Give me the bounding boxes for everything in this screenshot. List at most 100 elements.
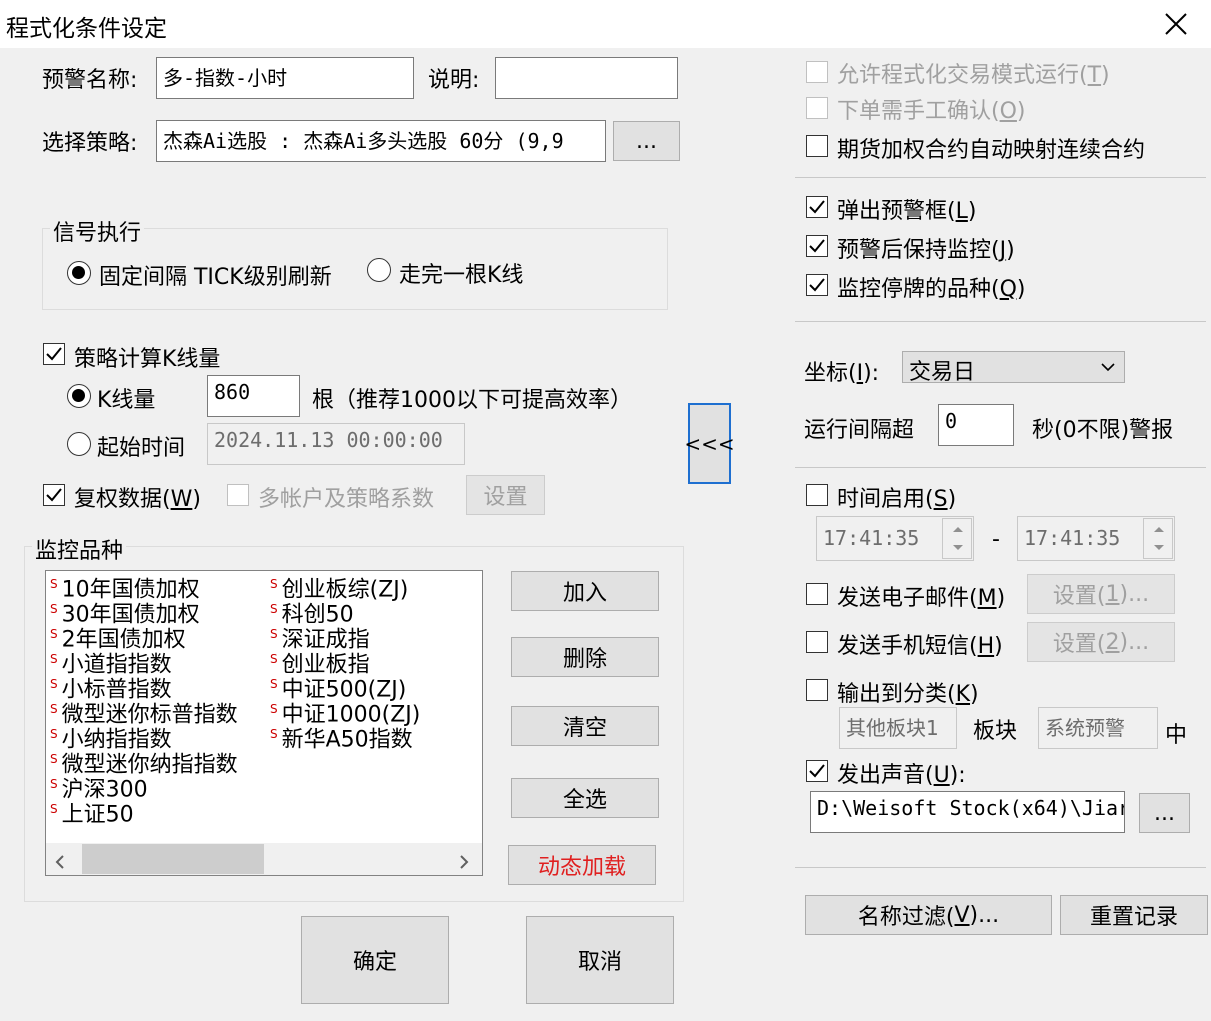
delete-button[interactable]: 删除 — [511, 637, 659, 677]
scrollbar-thumb[interactable] — [82, 844, 264, 874]
send-email-checkbox[interactable] — [806, 583, 828, 605]
output-class-end: 中 — [1165, 723, 1188, 748]
kline-count-label: K线量 — [97, 388, 156, 413]
ok-button[interactable]: 确定 — [301, 916, 449, 1004]
close-icon — [1165, 13, 1187, 35]
list-item[interactable]: S 上证50 — [50, 797, 134, 827]
output-class-field2[interactable]: 系统预警 — [1038, 707, 1158, 749]
time-to-spinner[interactable] — [1143, 518, 1173, 559]
spin-up-icon[interactable] — [952, 525, 964, 533]
signal-exec-title: 信号执行 — [50, 215, 145, 247]
adjusted-data-label: 复权数据(W) — [74, 487, 201, 512]
adjusted-data-checkbox[interactable] — [43, 484, 65, 506]
futures-map-label: 期货加权合约自动映射连续合约 — [837, 138, 1146, 163]
chevron-down-icon — [1101, 363, 1115, 372]
cancel-button[interactable]: 取消 — [526, 916, 674, 1004]
play-sound-label: 发出声音(U): — [837, 763, 966, 788]
checkmark-icon — [809, 200, 825, 214]
time-from-spinner[interactable] — [942, 518, 972, 559]
allow-programmatic-checkbox[interactable] — [806, 61, 828, 83]
output-class-label: 输出到分类(K) — [837, 682, 979, 707]
checkmark-icon — [809, 278, 825, 292]
popup-alert-label: 弹出预警框(L) — [837, 199, 977, 224]
coord-select-value: 交易日 — [909, 360, 976, 385]
start-time-label: 起始时间 — [97, 436, 186, 461]
divider — [795, 467, 1206, 468]
clear-button[interactable]: 清空 — [511, 706, 659, 746]
list-item[interactable]: S 新华A50指数 — [270, 722, 413, 752]
send-email-label: 发送电子邮件(M) — [837, 586, 1006, 611]
strategy-label: 选择策略: — [42, 131, 138, 156]
spin-up-icon[interactable] — [1153, 525, 1165, 533]
strategy-browse-button[interactable]: ... — [613, 121, 680, 161]
keep-monitor-label: 预警后保持监控(J) — [837, 238, 1015, 263]
time-range-dash: - — [992, 527, 1000, 552]
output-class-mid: 板块 — [973, 719, 1018, 744]
output-class-checkbox[interactable] — [806, 679, 828, 701]
radio-fixed-interval[interactable] — [67, 261, 91, 285]
multi-account-checkbox[interactable] — [227, 484, 249, 506]
monitor-suspended-label: 监控停牌的品种(Q) — [837, 277, 1026, 302]
multi-account-settings-button[interactable]: 设置 — [466, 475, 545, 515]
start-time-input[interactable]: 2024.11.13 00:00:00 — [207, 423, 465, 465]
kline-calc-checkbox[interactable] — [43, 343, 65, 365]
coord-label: 坐标(I): — [804, 361, 880, 386]
scroll-left-icon[interactable] — [54, 851, 66, 875]
strategy-input[interactable]: 杰森Ai选股 : 杰森Ai多头选股 60分 (9,9 — [156, 120, 606, 162]
description-input[interactable] — [495, 57, 678, 99]
monitor-title: 监控品种 — [32, 533, 127, 565]
sound-browse-button[interactable]: ... — [1139, 793, 1190, 833]
allow-programmatic-label: 允许程式化交易模式运行(T) — [837, 63, 1110, 88]
window-title: 程式化条件设定 — [6, 16, 167, 42]
kline-count-input[interactable]: 860 — [207, 375, 300, 417]
radio-complete-kline-label: 走完一根K线 — [399, 263, 524, 288]
interval-suffix: 秒(0不限)警报 — [1032, 418, 1174, 443]
divider — [795, 177, 1206, 178]
send-sms-label: 发送手机短信(H) — [837, 634, 1003, 659]
radio-fixed-interval-label: 固定间隔 TICK级别刷新 — [99, 265, 332, 290]
alert-name-label: 预警名称: — [42, 68, 138, 93]
divider — [795, 321, 1206, 322]
close-button[interactable] — [1150, 4, 1202, 44]
time-enable-checkbox[interactable] — [806, 484, 828, 506]
kline-calc-label: 策略计算K线量 — [74, 347, 221, 372]
sound-path-input[interactable]: D:\Weisoft Stock(x64)\Jiar — [810, 791, 1125, 833]
alert-name-input[interactable]: 多-指数-小时 — [156, 57, 414, 99]
manual-confirm-label: 下单需手工确认(O) — [837, 99, 1026, 124]
spin-down-icon[interactable] — [952, 544, 964, 552]
add-button[interactable]: 加入 — [511, 571, 659, 611]
interval-label: 运行间隔超 — [804, 418, 915, 443]
monitor-list[interactable]: S 10年国债加权 S 30年国债加权 S 2年国债加权 S 小道指指数 S 小标普指数 … — [45, 570, 483, 876]
divider — [795, 867, 1206, 868]
scroll-right-icon[interactable] — [458, 851, 470, 875]
output-class-field1[interactable]: 其他板块1 — [839, 707, 957, 749]
kline-count-hint: 根（推荐1000以下可提高效率） — [312, 388, 632, 413]
monitor-suspended-checkbox[interactable] — [806, 274, 828, 296]
email-settings-button[interactable]: 设置(1)... — [1027, 574, 1175, 614]
checkmark-icon — [809, 764, 825, 778]
sms-settings-button[interactable]: 设置(2)... — [1027, 622, 1175, 662]
keep-monitor-checkbox[interactable] — [806, 235, 828, 257]
checkmark-icon — [46, 347, 62, 361]
dynamic-load-button[interactable]: 动态加载 — [508, 845, 656, 885]
interval-input[interactable]: 0 — [938, 404, 1014, 446]
radio-start-time[interactable] — [67, 432, 91, 456]
popup-alert-checkbox[interactable] — [806, 196, 828, 218]
select-all-button[interactable]: 全选 — [511, 778, 659, 818]
checkmark-icon — [809, 239, 825, 253]
coord-select[interactable]: 交易日 — [902, 351, 1125, 385]
send-sms-checkbox[interactable] — [806, 631, 828, 653]
reset-record-button[interactable]: 重置记录 — [1060, 895, 1208, 935]
collapse-panel-button[interactable]: <<< — [684, 403, 735, 484]
time-enable-label: 时间启用(S) — [837, 487, 957, 512]
radio-kline-count[interactable] — [67, 384, 91, 408]
play-sound-checkbox[interactable] — [806, 760, 828, 782]
name-filter-button[interactable]: 名称过滤(V)... — [805, 895, 1052, 935]
spin-down-icon[interactable] — [1153, 544, 1165, 552]
checkmark-icon — [46, 488, 62, 502]
horizontal-scrollbar[interactable] — [46, 843, 482, 875]
description-label: 说明: — [428, 68, 480, 93]
manual-confirm-checkbox[interactable] — [806, 97, 828, 119]
radio-complete-kline[interactable] — [367, 258, 391, 282]
futures-map-checkbox[interactable] — [806, 135, 828, 157]
